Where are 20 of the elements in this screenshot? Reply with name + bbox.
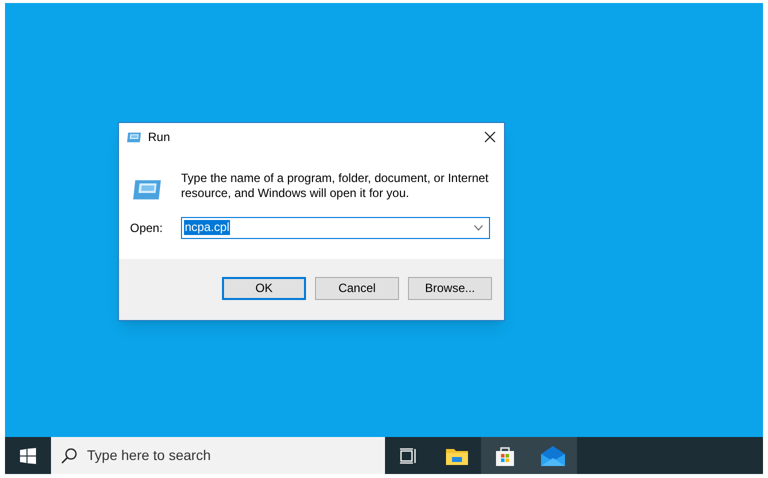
windows-logo-icon bbox=[20, 448, 36, 464]
taskbar-app-button[interactable] bbox=[481, 437, 529, 474]
task-view-icon bbox=[400, 448, 418, 464]
open-value: ncpa.cpl bbox=[184, 220, 230, 236]
close-icon[interactable] bbox=[484, 131, 496, 143]
open-combobox[interactable]: ncpa.cpl bbox=[180, 216, 490, 239]
dialog-button[interactable]: Browse... bbox=[408, 276, 492, 300]
search-field[interactable]: Type here to search bbox=[51, 437, 385, 474]
search-placeholder: Type here to search bbox=[87, 446, 211, 465]
run-icon bbox=[126, 130, 142, 144]
store-bag-icon bbox=[495, 444, 515, 466]
dialog-button[interactable]: OK bbox=[222, 276, 306, 300]
open-label: Open: bbox=[130, 220, 163, 237]
dropdown-caret-icon[interactable] bbox=[474, 224, 483, 231]
dialog-title: Run bbox=[148, 129, 172, 146]
search-icon bbox=[61, 448, 77, 464]
dialog-message: Type the name of a program, folder, document, or Internet resource, and Windows will open it for you. bbox=[181, 171, 490, 202]
envelope-icon bbox=[541, 446, 565, 466]
folder-icon bbox=[446, 446, 468, 464]
dialog-button[interactable]: Cancel bbox=[315, 276, 399, 300]
